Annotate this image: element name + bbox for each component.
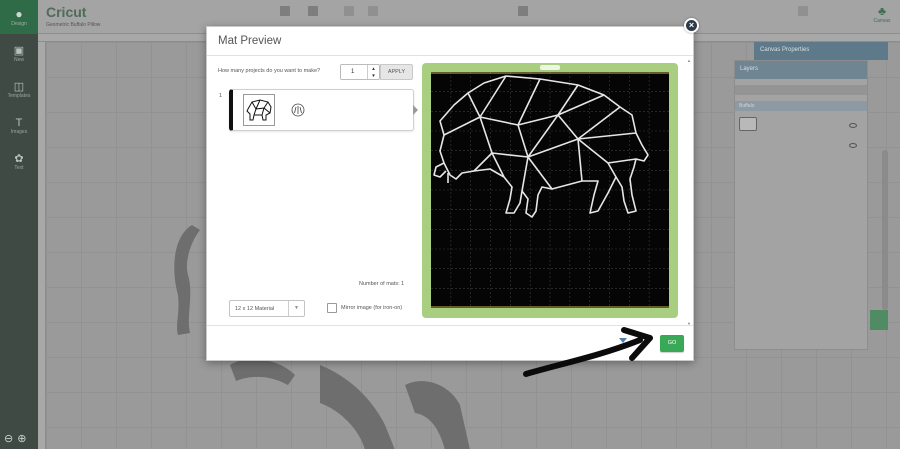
mirror-label: Mirror image (for iron-on) — [341, 305, 403, 311]
design-label: Design — [11, 21, 27, 27]
quantity-label: How many projects do you want to make? — [218, 68, 321, 74]
zoom-controls: ⊖ ⊕ — [4, 432, 26, 445]
redo-icon[interactable] — [368, 6, 378, 16]
annotation-arrow-icon — [523, 327, 653, 377]
apply-button[interactable]: APPLY — [380, 64, 413, 80]
panel-title: Canvas Properties — [760, 47, 810, 53]
upload-icon[interactable] — [798, 6, 808, 16]
mat-preview — [422, 63, 678, 318]
mat-canvas[interactable] — [422, 63, 678, 318]
rail-item-label: Templates — [7, 93, 31, 99]
quantity-stepper[interactable]: 1 ▲ ▼ — [340, 64, 380, 80]
mat-number: 1 — [219, 93, 223, 99]
left-toolbar: ● Design ▣ New ◫ Templates T Images ✿ Te… — [0, 0, 38, 449]
number-of-mats: Number of mats: 1 — [359, 281, 405, 287]
rail-item-images[interactable]: T Images — [0, 108, 38, 144]
rail-item-label: New — [13, 57, 24, 63]
make-it-tab[interactable] — [870, 310, 888, 330]
templates-icon: ◫ — [13, 81, 25, 93]
design-menu-button[interactable]: ● Design — [0, 0, 38, 34]
stepper-down-icon[interactable]: ▼ — [368, 72, 379, 79]
go-button[interactable]: GO — [660, 335, 684, 352]
material-size-value: 12 x 12 Material — [235, 306, 275, 312]
quantity-value[interactable]: 1 — [351, 69, 354, 75]
canvas-properties-panel: Canvas Properties — [754, 42, 888, 60]
close-icon[interactable]: × — [684, 18, 699, 33]
save-icon[interactable] — [280, 6, 290, 16]
mat-card[interactable] — [229, 89, 414, 131]
rail-item-new[interactable]: ▣ New — [0, 36, 38, 72]
tree-icon: ♣ — [878, 4, 886, 18]
bison-thumbnail-icon — [246, 99, 272, 121]
rail-item-templates[interactable]: ◫ Templates — [0, 72, 38, 108]
mat-preview-scrollbar[interactable]: ▲ ▼ — [686, 58, 692, 326]
scroll-up-icon[interactable]: ▲ — [686, 58, 692, 63]
panel-scrollbar[interactable] — [882, 150, 888, 310]
stepper-up-icon[interactable]: ▲ — [368, 65, 379, 72]
undo-icon[interactable] — [344, 6, 354, 16]
zoom-out-icon[interactable]: ⊖ — [4, 432, 13, 445]
divider — [207, 55, 693, 56]
layers-toolbar — [735, 85, 867, 95]
mat-preview-dialog: Mat Preview How many projects do you wan… — [206, 26, 694, 361]
person-icon: ● — [15, 7, 23, 21]
selected-indicator-icon — [413, 105, 418, 115]
zoom-in-icon[interactable]: ⊕ — [17, 432, 26, 445]
rail-item-text[interactable]: ✿ Text — [0, 144, 38, 180]
layer-group-row[interactable]: Buffalo — [735, 101, 867, 111]
layer-thumbnail[interactable] — [739, 117, 757, 131]
images-icon: T — [15, 117, 23, 129]
cricut-logo: Cricut — [46, 4, 87, 20]
text-icon: ✿ — [14, 153, 24, 165]
layers-header: Layers — [735, 61, 867, 79]
rail-item-label: Images — [10, 129, 28, 135]
shirt-icon: ▣ — [13, 45, 25, 57]
layers-panel: Layers Buffalo — [734, 60, 868, 350]
layer-group-label: Buffalo — [739, 103, 755, 109]
project-name[interactable]: Geometric Buffalo Pillow — [46, 22, 100, 28]
eye-icon[interactable] — [849, 143, 857, 148]
rail-item-label: Text — [14, 165, 24, 171]
chevron-down-icon[interactable]: ▼ — [288, 301, 304, 316]
eye-icon[interactable] — [849, 123, 857, 128]
new-icon[interactable] — [308, 6, 318, 16]
mirror-status-icon[interactable] — [291, 103, 305, 117]
mat-hanger-icon — [540, 65, 560, 70]
vertical-ruler — [38, 42, 46, 449]
stepper-arrows[interactable]: ▲ ▼ — [367, 65, 379, 79]
material-size-select[interactable]: 12 x 12 Material ▼ — [229, 300, 305, 317]
dialog-title: Mat Preview — [218, 35, 282, 47]
layers-title: Layers — [740, 66, 759, 72]
mat-thumbnail — [243, 94, 275, 126]
canvas-tab[interactable]: ♣ Canvas — [870, 5, 894, 29]
group-icon[interactable] — [518, 6, 528, 16]
canvas-tab-label: Canvas — [873, 18, 891, 24]
mirror-checkbox[interactable] — [327, 303, 337, 313]
